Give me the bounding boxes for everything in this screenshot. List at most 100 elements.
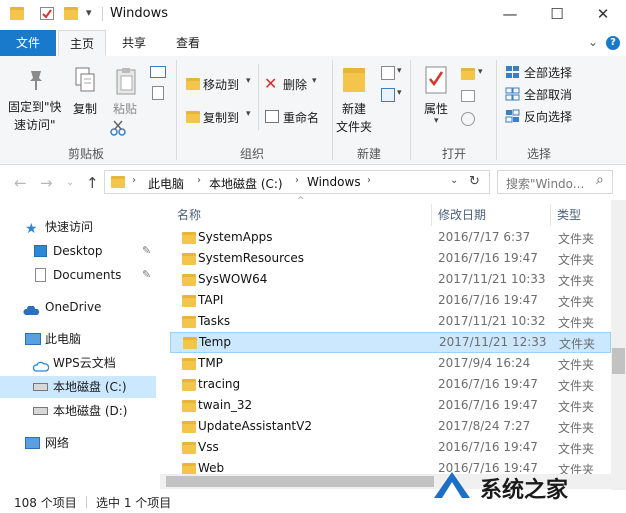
maximize-button[interactable]: ☐ — [534, 0, 580, 30]
history-icon[interactable] — [461, 112, 475, 126]
address-bar[interactable]: › 此电脑 › 本地磁盘 (C:) › Windows › ⌄ ↻ — [104, 170, 490, 194]
table-row[interactable]: UpdateAssistantV2 2017/8/24 7:27 文件夹 — [170, 416, 611, 437]
folder-icon — [182, 421, 196, 433]
breadcrumb-separator-icon[interactable]: › — [197, 175, 201, 186]
new-folder-quick-icon[interactable] — [64, 7, 78, 20]
table-row[interactable]: tracing 2016/7/16 19:47 文件夹 — [170, 374, 611, 395]
breadcrumb-this-pc[interactable]: 此电脑 — [148, 175, 184, 192]
paste-button[interactable]: 粘贴 — [113, 100, 137, 117]
copy-to-button[interactable]: 复制到 — [203, 109, 239, 126]
easy-access-dropdown-icon[interactable]: ▾ — [397, 88, 402, 98]
breadcrumb-separator-icon[interactable]: › — [295, 175, 299, 186]
copy-path-icon[interactable] — [150, 66, 166, 78]
search-icon[interactable]: ⌕ — [596, 172, 604, 188]
cut-icon[interactable] — [110, 120, 126, 136]
invert-selection-button[interactable]: 反向选择 — [524, 108, 572, 125]
column-header-type[interactable]: 类型 — [557, 206, 581, 223]
folder-icon — [111, 176, 125, 188]
copy-button[interactable]: 复制 — [73, 100, 97, 117]
move-to-button[interactable]: 移动到 — [203, 76, 239, 93]
new-folder-label-1[interactable]: 新建 — [342, 100, 366, 117]
search-input[interactable]: 搜索"Windo... — [506, 175, 584, 192]
column-header-name[interactable]: 名称 — [177, 206, 201, 223]
close-button[interactable]: ✕ — [580, 0, 626, 30]
status-separator — [86, 496, 87, 508]
network-icon — [25, 437, 40, 449]
nav-wps-cloud[interactable]: WPS云文档 — [0, 352, 156, 374]
nav-this-pc[interactable]: 此电脑 — [0, 328, 156, 350]
nav-documents[interactable]: Documents ✎ — [0, 264, 156, 286]
table-row[interactable]: SystemApps 2016/7/17 6:37 文件夹 — [170, 227, 611, 248]
tab-home[interactable]: 主页 — [58, 30, 106, 56]
table-row-selected[interactable]: Temp 2017/11/21 12:33 文件夹 — [170, 332, 611, 353]
file-type: 文件夹 — [558, 421, 595, 435]
open-dropdown-icon[interactable]: ▾ — [478, 67, 483, 77]
horizontal-scroll-thumb[interactable] — [166, 476, 434, 487]
edit-icon[interactable] — [461, 90, 475, 102]
new-folder-label-2[interactable]: 文件夹 — [336, 118, 372, 135]
nav-drive-d[interactable]: 本地磁盘 (D:) — [0, 400, 156, 422]
pin-label-1[interactable]: 固定到"快 — [8, 98, 62, 115]
table-row[interactable]: SysWOW64 2017/11/21 10:33 文件夹 — [170, 269, 611, 290]
breadcrumb-windows[interactable]: Windows — [307, 175, 361, 189]
forward-arrow-icon[interactable]: → — [40, 174, 53, 192]
nav-network[interactable]: 网络 — [0, 432, 156, 454]
column-separator[interactable] — [431, 204, 432, 226]
recent-locations-icon[interactable]: ⌄ — [66, 177, 74, 188]
refresh-icon[interactable]: ↻ — [469, 174, 480, 189]
copy-to-dropdown-icon[interactable]: ▾ — [246, 109, 251, 119]
qat-dropdown-icon[interactable]: ▾ — [86, 6, 92, 19]
search-box[interactable]: 搜索"Windo... ⌕ — [497, 170, 613, 194]
table-row[interactable]: TAPI 2016/7/16 19:47 文件夹 — [170, 290, 611, 311]
breadcrumb-separator-icon[interactable]: › — [132, 175, 136, 186]
select-all-icon — [505, 65, 520, 79]
properties-button[interactable]: 属性 — [424, 100, 448, 117]
properties-dropdown-icon[interactable]: ▾ — [434, 116, 439, 126]
help-icon[interactable]: ? — [606, 36, 620, 50]
delete-dropdown-icon[interactable]: ▾ — [312, 76, 317, 86]
properties-quick-icon[interactable] — [40, 7, 54, 20]
vertical-scroll-thumb[interactable] — [612, 348, 625, 374]
minimize-button[interactable]: — — [487, 0, 533, 30]
easy-access-icon[interactable] — [381, 88, 395, 102]
back-arrow-icon[interactable]: ← — [14, 174, 27, 192]
tab-file[interactable]: 文件 — [0, 30, 56, 56]
open-icon[interactable] — [461, 68, 475, 80]
select-none-button[interactable]: 全部取消 — [524, 86, 572, 103]
table-row[interactable]: SystemResources 2016/7/16 19:47 文件夹 — [170, 248, 611, 269]
nav-desktop[interactable]: Desktop ✎ — [0, 240, 156, 262]
file-name: UpdateAssistantV2 — [198, 419, 312, 433]
properties-icon — [425, 66, 447, 94]
new-item-icon[interactable] — [381, 66, 395, 80]
column-separator[interactable] — [550, 204, 551, 226]
column-header-modified[interactable]: 修改日期 — [438, 206, 486, 223]
new-item-dropdown-icon[interactable]: ▾ — [397, 66, 402, 76]
tab-view[interactable]: 查看 — [162, 30, 214, 56]
nav-drive-c[interactable]: 本地磁盘 (C:) — [0, 376, 156, 398]
breadcrumb-separator-icon[interactable]: › — [367, 175, 371, 186]
tab-share[interactable]: 共享 — [110, 30, 158, 56]
pin-icon[interactable]: ✎ — [142, 240, 151, 262]
nav-onedrive[interactable]: OneDrive — [0, 296, 156, 318]
table-row[interactable]: twain_32 2016/7/16 19:47 文件夹 — [170, 395, 611, 416]
group-separator — [332, 60, 333, 160]
rename-button[interactable]: 重命名 — [283, 109, 319, 126]
move-to-dropdown-icon[interactable]: ▾ — [246, 76, 251, 86]
delete-button[interactable]: 删除 — [283, 76, 307, 93]
nav-label: Documents — [53, 268, 122, 282]
nav-quick-access[interactable]: ★ 快速访问 — [0, 216, 156, 238]
table-row[interactable]: Tasks 2017/11/21 10:32 文件夹 — [170, 311, 611, 332]
pin-label-2[interactable]: 速访问" — [14, 116, 56, 133]
table-row[interactable]: Vss 2016/7/16 19:47 文件夹 — [170, 437, 611, 458]
up-arrow-icon[interactable]: ↑ — [86, 174, 99, 192]
table-row[interactable]: TMP 2017/9/4 16:24 文件夹 — [170, 353, 611, 374]
select-none-icon — [505, 87, 520, 101]
breadcrumb-drive-c[interactable]: 本地磁盘 (C:) — [209, 175, 283, 192]
vertical-scrollbar[interactable] — [611, 200, 626, 490]
select-all-button[interactable]: 全部选择 — [524, 64, 572, 81]
collapse-ribbon-icon[interactable]: ⌄ — [588, 35, 598, 49]
pin-icon[interactable]: ✎ — [142, 264, 151, 286]
paste-shortcut-icon[interactable] — [152, 86, 164, 100]
file-name: SystemApps — [198, 230, 273, 244]
address-dropdown-icon[interactable]: ⌄ — [450, 175, 458, 186]
